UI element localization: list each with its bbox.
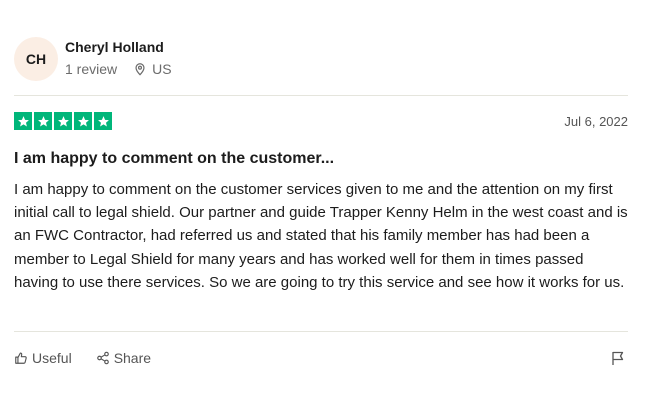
useful-button[interactable]: Useful xyxy=(14,350,72,366)
divider xyxy=(14,331,628,332)
star-icon xyxy=(94,112,112,130)
review-card: CH Cheryl Holland 1 review US Jul 6, 202… xyxy=(14,0,628,400)
avatar[interactable]: CH xyxy=(14,37,58,81)
share-icon xyxy=(96,351,109,365)
reviewer-info: Cheryl Holland 1 review US xyxy=(65,28,172,78)
location-label: US xyxy=(152,61,172,77)
star-icon xyxy=(54,112,72,130)
review-title[interactable]: I am happy to comment on the customer... xyxy=(14,149,334,169)
share-button[interactable]: Share xyxy=(96,350,151,366)
flag-icon[interactable] xyxy=(610,350,626,366)
location-pin-icon xyxy=(135,63,145,76)
star-icon xyxy=(34,112,52,130)
reviewer-meta: 1 review US xyxy=(65,60,172,78)
review-count: 1 review xyxy=(65,61,118,77)
review-actions: Useful Share xyxy=(14,348,628,368)
divider xyxy=(14,95,628,96)
thumbs-up-icon xyxy=(15,352,27,364)
star-rating xyxy=(14,112,628,130)
reviewer-name[interactable]: Cheryl Holland xyxy=(65,38,172,56)
reviewer-location: US xyxy=(133,60,172,78)
reviewer-header: CH Cheryl Holland 1 review US xyxy=(14,28,172,84)
share-label: Share xyxy=(113,350,152,366)
rating-row: Jul 6, 2022 xyxy=(14,112,628,132)
star-icon xyxy=(14,112,32,130)
review-body: I am happy to comment on the customer se… xyxy=(14,181,628,291)
useful-label: Useful xyxy=(32,350,72,366)
star-icon xyxy=(74,112,92,130)
review-date: Jul 6, 2022 xyxy=(564,114,628,129)
